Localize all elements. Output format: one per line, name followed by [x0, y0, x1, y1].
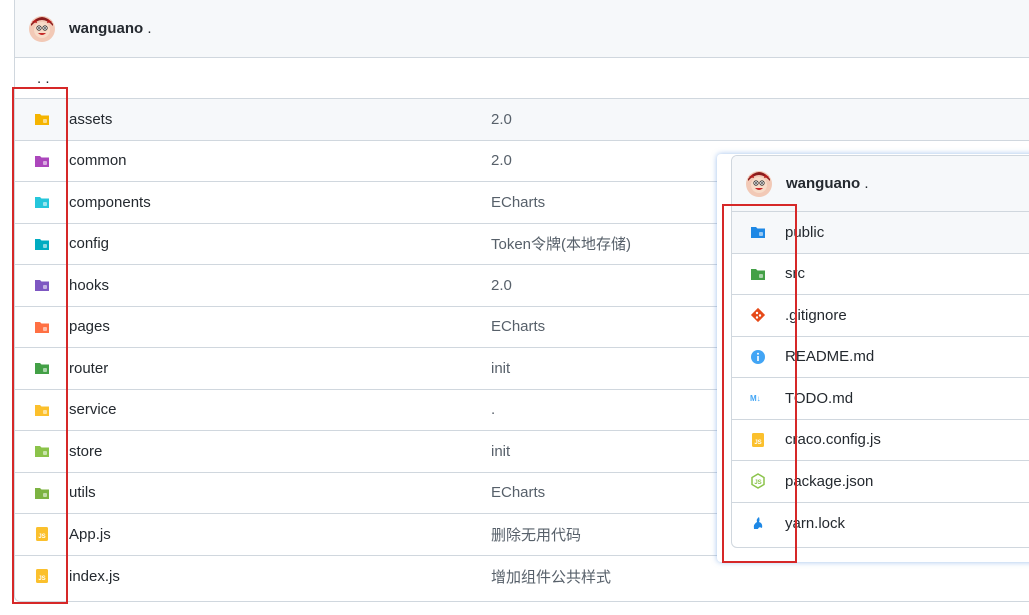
commit-message-link[interactable]: ECharts: [491, 318, 545, 335]
repo-header: wanguano .: [15, 0, 1029, 58]
list-item[interactable]: M↓ TODO.md: [732, 378, 1029, 420]
commit-message-link[interactable]: ECharts: [491, 194, 545, 211]
commit-message-link[interactable]: init: [491, 443, 510, 460]
js-file-icon: JS: [34, 568, 50, 584]
folder-icon: [34, 443, 50, 459]
svg-text:JS: JS: [754, 440, 761, 446]
commit-message-link[interactable]: 删除无用代码: [491, 524, 581, 545]
folder-icon: [750, 224, 766, 240]
commit-message-link[interactable]: init: [491, 360, 510, 377]
file-name-link[interactable]: components: [69, 194, 151, 211]
list-item[interactable]: .gitignore: [732, 295, 1029, 337]
js-file-icon: JS: [750, 432, 766, 448]
file-name-link[interactable]: assets: [69, 111, 112, 128]
file-name-link[interactable]: craco.config.js: [785, 431, 881, 448]
git-icon: [750, 307, 766, 323]
file-name-link[interactable]: yarn.lock: [785, 515, 845, 532]
folder-icon: [34, 111, 50, 127]
nodejs-icon: JS: [750, 473, 766, 490]
list-item[interactable]: yarn.lock: [732, 503, 1029, 545]
avatar[interactable]: [746, 170, 772, 197]
svg-text:JS: JS: [754, 480, 761, 486]
markdown-icon: M↓: [750, 390, 766, 406]
commit-message-link[interactable]: 2.0: [491, 277, 512, 294]
folder-icon: [34, 277, 50, 293]
folder-icon: [34, 153, 50, 169]
file-name-link[interactable]: hooks: [69, 277, 109, 294]
file-name-link[interactable]: TODO.md: [785, 390, 853, 407]
overlay-panel: wanguano . public src .gitignore README.md M…: [717, 154, 1029, 562]
file-name-link[interactable]: utils: [69, 484, 96, 501]
js-file-icon: JS: [34, 526, 50, 542]
file-name-link[interactable]: package.json: [785, 473, 873, 490]
info-icon: [750, 349, 766, 365]
file-name-link[interactable]: common: [69, 152, 127, 169]
file-name-link[interactable]: src: [785, 265, 805, 282]
file-name-link[interactable]: index.js: [69, 568, 120, 585]
folder-icon: [34, 236, 50, 252]
commit-message-link[interactable]: ECharts: [491, 484, 545, 501]
svg-text:JS: JS: [38, 534, 45, 540]
commit-message-link[interactable]: 2.0: [491, 111, 512, 128]
parent-directory-link[interactable]: . .: [15, 58, 1029, 99]
repo-owner-link[interactable]: wanguano .: [69, 20, 152, 37]
table-row[interactable]: assets 2.0: [15, 99, 1029, 141]
file-name-link[interactable]: config: [69, 235, 109, 252]
file-name-link[interactable]: service: [69, 401, 117, 418]
folder-icon: [750, 266, 766, 282]
commit-message-link[interactable]: 2.0: [491, 152, 512, 169]
svg-text:M↓: M↓: [750, 394, 761, 403]
file-name-link[interactable]: public: [785, 224, 824, 241]
file-name-link[interactable]: .gitignore: [785, 307, 847, 324]
avatar[interactable]: [29, 15, 55, 42]
file-name-link[interactable]: README.md: [785, 348, 874, 365]
list-item[interactable]: JS craco.config.js: [732, 420, 1029, 461]
file-name-link[interactable]: store: [69, 443, 102, 460]
file-name-link[interactable]: router: [69, 360, 108, 377]
folder-icon: [34, 485, 50, 501]
svg-text:JS: JS: [38, 576, 45, 582]
commit-message-link[interactable]: Token令牌(本地存储): [491, 233, 631, 254]
list-item[interactable]: src: [732, 254, 1029, 295]
folder-icon: [34, 194, 50, 210]
list-item[interactable]: README.md: [732, 337, 1029, 378]
file-name-link[interactable]: App.js: [69, 526, 111, 543]
folder-icon: [34, 319, 50, 335]
overlay-header: wanguano .: [732, 156, 1029, 212]
folder-icon: [34, 402, 50, 418]
commit-message-link[interactable]: .: [491, 401, 495, 418]
folder-icon: [34, 360, 50, 376]
list-item[interactable]: JS package.json: [732, 461, 1029, 503]
yarn-icon: [750, 515, 766, 531]
overlay-file-browser: wanguano . public src .gitignore README.md M…: [731, 155, 1029, 548]
list-item[interactable]: public: [732, 212, 1029, 254]
overlay-owner-link[interactable]: wanguano .: [786, 175, 869, 192]
commit-message-link[interactable]: 增加组件公共样式: [491, 566, 611, 587]
file-name-link[interactable]: pages: [69, 318, 110, 335]
